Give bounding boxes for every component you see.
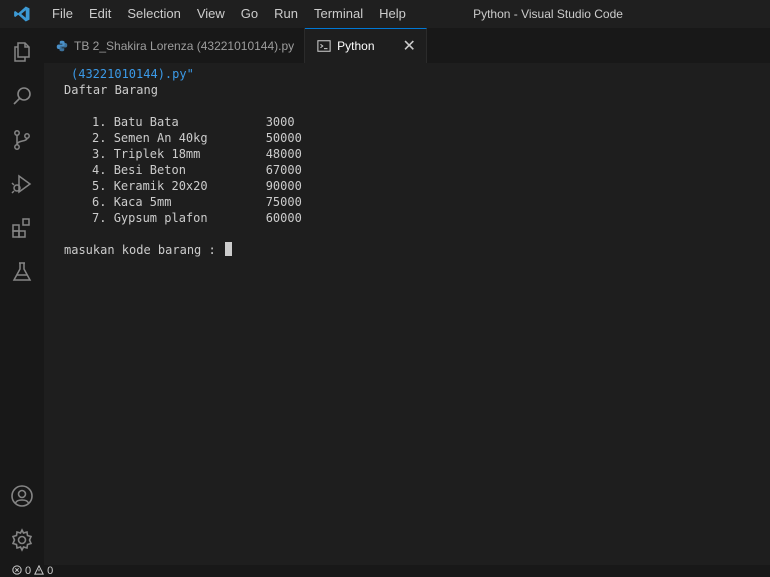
tab-python-file[interactable]: TB 2_Shakira Lorenza (43221010144).py bbox=[44, 28, 306, 63]
tab-terminal-python[interactable]: Python ✕ bbox=[305, 28, 427, 63]
menu-view[interactable]: View bbox=[189, 0, 233, 28]
menu-file[interactable]: File bbox=[44, 0, 81, 28]
item-price: 67000 bbox=[265, 163, 302, 177]
terminal-prompt: masukan kode barang : bbox=[64, 243, 223, 257]
list-item: 4. Besi Beton 67000 bbox=[92, 162, 302, 178]
terminal-cursor bbox=[224, 242, 232, 256]
title-bar: File Edit Selection View Go Run Terminal… bbox=[0, 0, 770, 28]
list-item: 2. Semen An 40kg 50000 bbox=[92, 130, 302, 146]
testing-icon[interactable] bbox=[0, 250, 44, 294]
extensions-icon[interactable] bbox=[0, 206, 44, 250]
vscode-logo-icon[interactable] bbox=[0, 0, 44, 28]
item-price: 50000 bbox=[265, 131, 302, 145]
item-name: Keramik 20x20 bbox=[113, 179, 208, 193]
item-name: Besi Beton bbox=[113, 163, 186, 177]
menu-run[interactable]: Run bbox=[266, 0, 306, 28]
item-price: 60000 bbox=[265, 211, 302, 225]
activity-bar bbox=[0, 28, 44, 565]
terminal-path-line: (43221010144).py" bbox=[71, 67, 194, 81]
tab-label: TB 2_Shakira Lorenza (43221010144).py bbox=[74, 38, 295, 53]
terminal-panel[interactable]: (43221010144).py" Daftar Barang 1. Batu … bbox=[44, 63, 770, 565]
status-bar: 0 0 bbox=[0, 564, 770, 577]
warning-icon bbox=[34, 564, 45, 577]
menu-terminal[interactable]: Terminal bbox=[306, 0, 371, 28]
list-item: 7. Gypsum plafon 60000 bbox=[92, 210, 302, 226]
item-price: 3000 bbox=[265, 115, 295, 129]
item-name: Gypsum plafon bbox=[113, 211, 208, 225]
list-item: 6. Kaca 5mm 75000 bbox=[92, 194, 302, 210]
error-icon bbox=[12, 564, 22, 577]
warning-count[interactable]: 0 bbox=[47, 565, 53, 577]
python-file-icon bbox=[56, 40, 68, 52]
item-number: 1. bbox=[92, 115, 107, 129]
terminal-icon bbox=[317, 39, 331, 53]
settings-gear-icon[interactable] bbox=[0, 518, 44, 562]
item-number: 5. bbox=[92, 179, 107, 193]
list-item: 3. Triplek 18mm 48000 bbox=[92, 146, 302, 162]
menu-bar: File Edit Selection View Go Run Terminal… bbox=[44, 0, 414, 28]
list-item: 5. Keramik 20x20 90000 bbox=[92, 178, 302, 194]
item-number: 2. bbox=[92, 131, 107, 145]
menu-go[interactable]: Go bbox=[233, 0, 266, 28]
item-name: Batu Bata bbox=[113, 115, 179, 129]
item-name: Kaca 5mm bbox=[113, 195, 172, 209]
close-icon[interactable]: ✕ bbox=[403, 36, 416, 56]
item-price: 90000 bbox=[265, 179, 302, 193]
menu-selection[interactable]: Selection bbox=[119, 0, 188, 28]
explorer-icon[interactable] bbox=[0, 30, 44, 74]
menu-help[interactable]: Help bbox=[371, 0, 414, 28]
item-number: 3. bbox=[92, 147, 107, 161]
error-count[interactable]: 0 bbox=[25, 565, 31, 577]
item-name: Triplek 18mm bbox=[113, 147, 201, 161]
tab-bar: TB 2_Shakira Lorenza (43221010144).py Py… bbox=[44, 28, 770, 63]
item-number: 7. bbox=[92, 211, 107, 225]
item-price: 48000 bbox=[265, 147, 302, 161]
list-item: 1. Batu Bata 3000 bbox=[92, 114, 295, 130]
account-icon[interactable] bbox=[0, 474, 44, 518]
terminal-input-line[interactable]: masukan kode barang : bbox=[64, 242, 232, 258]
item-name: Semen An 40kg bbox=[113, 131, 208, 145]
search-icon[interactable] bbox=[0, 74, 44, 118]
item-number: 4. bbox=[92, 163, 107, 177]
terminal-heading: Daftar Barang bbox=[64, 83, 158, 97]
menu-edit[interactable]: Edit bbox=[81, 0, 119, 28]
item-price: 75000 bbox=[265, 195, 302, 209]
source-control-icon[interactable] bbox=[0, 118, 44, 162]
item-number: 6. bbox=[92, 195, 107, 209]
run-debug-icon[interactable] bbox=[0, 162, 44, 206]
tab-label: Python bbox=[337, 39, 375, 53]
